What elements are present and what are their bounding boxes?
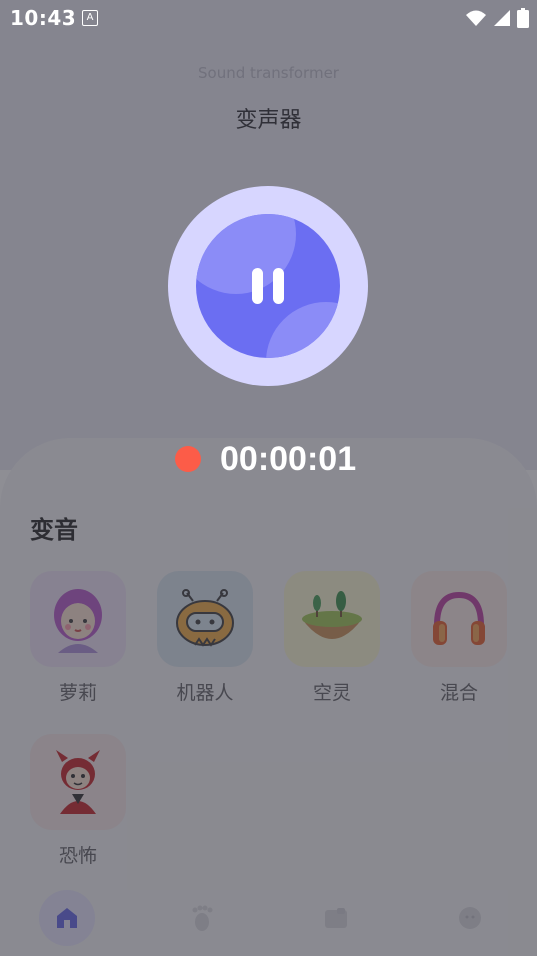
folder-icon bbox=[325, 908, 347, 928]
effect-card-mix[interactable] bbox=[411, 571, 507, 667]
wifi-icon bbox=[466, 10, 486, 26]
effect-label-loli: 萝莉 bbox=[58, 682, 97, 704]
button-core bbox=[196, 214, 340, 358]
recording-timer: 00:00:01 bbox=[0, 440, 537, 484]
robot-icon bbox=[176, 589, 234, 647]
headphones-icon bbox=[433, 591, 485, 645]
tab-profile[interactable] bbox=[442, 890, 498, 946]
effect-card-ethereal[interactable] bbox=[284, 571, 380, 667]
effect-label-mix: 混合 bbox=[439, 682, 478, 704]
page-title: 变声器 bbox=[235, 108, 302, 133]
home-icon bbox=[57, 908, 77, 928]
voice-changer-screen: Sound transformer 变声器 变音 萝莉 机器人 空灵 混合 恐怖… bbox=[0, 0, 537, 956]
devil-icon bbox=[56, 750, 100, 814]
loli-girl-icon bbox=[54, 589, 102, 653]
status-time: 10:43 bbox=[10, 6, 77, 30]
tab-folder[interactable] bbox=[308, 890, 364, 946]
section-title: 变音 bbox=[30, 516, 78, 544]
pause-button-focus[interactable] bbox=[168, 186, 368, 386]
tab-footprint[interactable] bbox=[174, 890, 230, 946]
elapsed-time: 00:00:01 bbox=[220, 440, 357, 478]
footprint-icon bbox=[192, 905, 213, 931]
status-icons bbox=[465, 7, 529, 29]
bottom-tab-bar bbox=[0, 886, 537, 956]
notification-icon: A bbox=[82, 10, 98, 26]
effect-label-robot: 机器人 bbox=[176, 682, 234, 704]
profile-icon bbox=[459, 907, 481, 929]
app-subtitle: Sound transformer bbox=[198, 64, 339, 82]
effect-card-loli[interactable] bbox=[30, 571, 126, 667]
effect-card-robot[interactable] bbox=[157, 571, 253, 667]
pause-icon bbox=[252, 268, 284, 304]
effect-card-horror[interactable] bbox=[30, 734, 126, 830]
orb-highlight bbox=[266, 302, 340, 358]
effect-label-ethereal: 空灵 bbox=[312, 682, 351, 704]
signal-icon bbox=[494, 10, 510, 26]
ethereal-landscape-icon bbox=[302, 591, 362, 639]
effect-label-horror: 恐怖 bbox=[58, 845, 97, 867]
status-bar: 10:43 A bbox=[0, 0, 537, 36]
battery-icon bbox=[517, 8, 529, 28]
recording-dot-icon bbox=[175, 446, 201, 472]
tab-home[interactable] bbox=[39, 890, 95, 946]
